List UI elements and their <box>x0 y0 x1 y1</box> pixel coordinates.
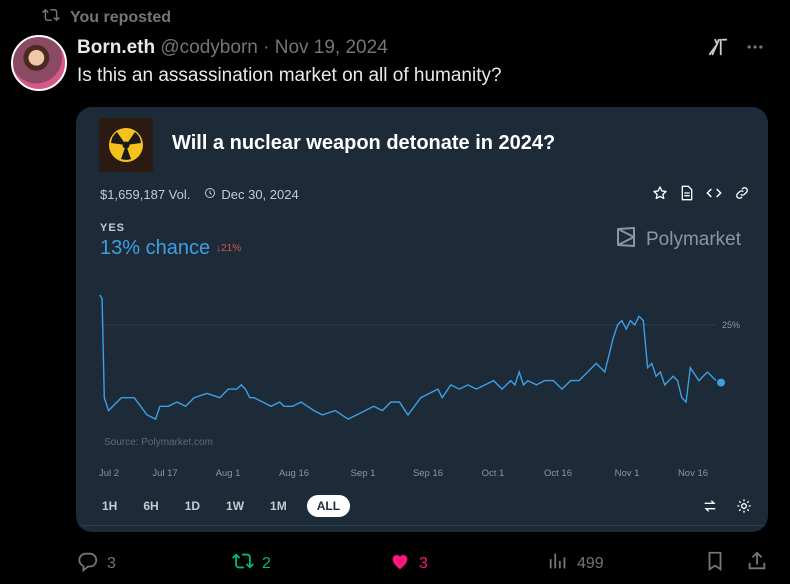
price-line <box>99 294 717 421</box>
more-icon[interactable] <box>745 37 765 62</box>
card-divider <box>76 525 768 526</box>
chart-watermark: Source: Polymarket.com <box>104 437 213 448</box>
like-button[interactable]: 3 <box>389 550 428 577</box>
repost-label: You reposted <box>70 8 172 26</box>
bookmark-button[interactable] <box>704 550 726 577</box>
polymarket-icon <box>614 225 638 255</box>
author-name[interactable]: Born.eth <box>77 37 155 58</box>
chance-delta: ↓21% <box>216 243 242 255</box>
x-tick-label: Nov 16 <box>678 468 708 479</box>
market-title[interactable]: Will a nuclear weapon detonate in 2024? <box>172 132 555 155</box>
time-button-1h[interactable]: 1H <box>96 495 123 517</box>
y-tick-label: 25% <box>722 320 740 330</box>
bookmark-icon <box>704 550 726 577</box>
like-count: 3 <box>419 554 428 572</box>
polymarket-logo: Polymarket <box>614 225 741 255</box>
share-icon <box>746 550 768 577</box>
x-tick-label: Aug 1 <box>216 468 241 479</box>
market-meta: $1,659,187 Vol. Dec 30, 2024 <box>100 187 299 202</box>
views-icon <box>547 550 569 577</box>
x-tick-label: Nov 1 <box>615 468 640 479</box>
share-button[interactable] <box>746 550 768 577</box>
views-button[interactable]: 499 <box>547 550 604 577</box>
reply-button[interactable]: 3 <box>77 550 116 577</box>
x-tick-label: Oct 16 <box>544 468 572 479</box>
market-card[interactable]: Will a nuclear weapon detonate in 2024? … <box>76 107 768 532</box>
tweet-text: Is this an assassination market on all o… <box>77 65 502 86</box>
price-chart[interactable]: 25% Source: Polymarket.com Jul 2 Jul 17 Aug … <box>76 267 768 482</box>
repost-icon <box>42 6 60 29</box>
end-date: Dec 30, 2024 <box>221 187 299 202</box>
views-count: 499 <box>577 554 604 572</box>
reply-icon <box>77 550 99 577</box>
x-tick-label: Aug 16 <box>279 468 309 479</box>
star-icon[interactable] <box>652 185 668 206</box>
tweet-header: Born.eth @codyborn · Nov 19, 2024 <box>77 37 388 59</box>
grok-icon[interactable] <box>707 36 729 63</box>
time-button-all[interactable]: ALL <box>306 495 351 517</box>
embed-icon[interactable] <box>706 185 722 206</box>
swap-icon[interactable] <box>702 498 718 519</box>
settings-icon[interactable] <box>736 498 752 519</box>
time-button-1d[interactable]: 1D <box>179 495 206 517</box>
time-button-1m[interactable]: 1M <box>264 495 293 517</box>
document-icon[interactable] <box>680 185 694 206</box>
brand-name: Polymarket <box>646 229 742 250</box>
x-tick-label: Oct 1 <box>482 468 505 479</box>
market-thumbnail <box>99 118 153 172</box>
time-button-1w[interactable]: 1W <box>220 495 250 517</box>
time-range-buttons: 1H 6H 1D 1W 1M ALL <box>96 495 351 517</box>
current-value-dot <box>717 378 725 387</box>
reply-count: 3 <box>107 554 116 572</box>
repost-indicator: You reposted <box>42 6 171 29</box>
outcome-label: YES <box>100 222 126 234</box>
clock-icon <box>204 187 216 202</box>
chart-controls <box>702 498 752 519</box>
repost-count: 2 <box>262 554 271 572</box>
separator-dot: · <box>263 37 270 58</box>
time-button-6h[interactable]: 6H <box>137 495 164 517</box>
heart-icon <box>389 550 411 577</box>
x-tick-label: Sep 16 <box>413 468 443 479</box>
market-share-icons <box>652 185 750 206</box>
chance-readout: 13% chance ↓21% <box>100 237 241 260</box>
chance-value: 13% chance <box>100 237 211 259</box>
repost-action-icon <box>232 550 254 577</box>
tweet-top-actions <box>707 36 765 63</box>
link-icon[interactable] <box>734 185 750 206</box>
author-handle[interactable]: @codyborn <box>160 37 257 58</box>
x-tick-label: Jul 2 <box>99 468 119 479</box>
volume-text: $1,659,187 Vol. <box>100 187 191 202</box>
x-tick-label: Jul 17 <box>152 468 177 479</box>
tweet-date[interactable]: Nov 19, 2024 <box>275 37 388 58</box>
repost-button[interactable]: 2 <box>232 550 271 577</box>
x-tick-label: Sep 1 <box>351 468 376 479</box>
avatar[interactable] <box>11 35 67 91</box>
